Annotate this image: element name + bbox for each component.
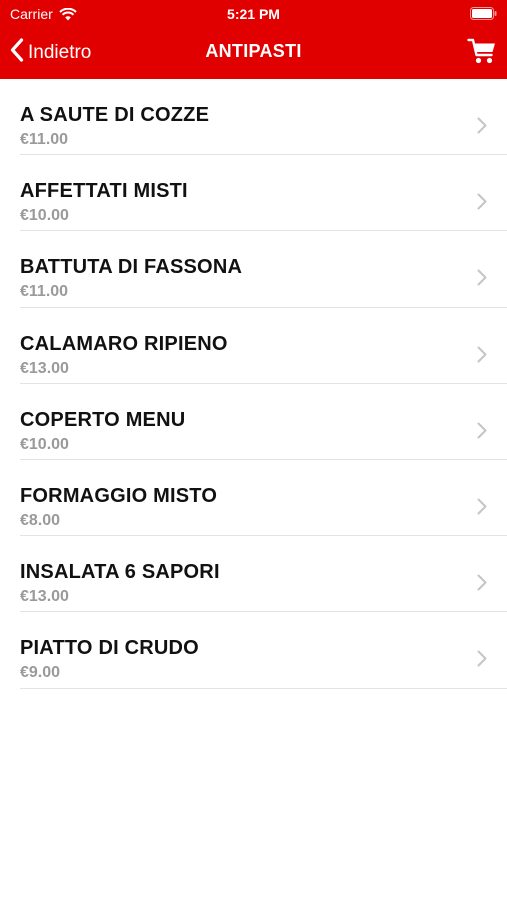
item-name: COPERTO MENU xyxy=(20,408,186,431)
cart-button[interactable] xyxy=(467,36,497,71)
item-price: €13.00 xyxy=(20,359,69,377)
list-item[interactable]: A SAUTE DI COZZE €11.00 xyxy=(20,79,507,156)
item-name: AFFETTATI MISTI xyxy=(20,180,188,203)
item-price: €9.00 xyxy=(20,664,61,682)
chevron-right-icon xyxy=(477,574,487,596)
item-name: A SAUTE DI COZZE xyxy=(20,104,210,126)
chevron-right-icon xyxy=(477,193,487,215)
cart-icon xyxy=(467,38,497,70)
navigation-bar: Indietro ANTIPASTI xyxy=(0,28,507,79)
list-item[interactable]: BATTUTA DI FASSONA €11.00 xyxy=(20,231,507,308)
list-item[interactable]: FORMAGGIO MISTO €8.00 xyxy=(20,460,507,537)
status-bar: Carrier 5:21 PM xyxy=(0,0,507,28)
chevron-right-icon xyxy=(477,422,487,444)
item-name: FORMAGGIO MISTO xyxy=(20,484,218,507)
battery-icon xyxy=(470,7,497,23)
list-item[interactable]: COPERTO MENU €10.00 xyxy=(20,384,507,460)
item-price: €13.00 xyxy=(20,588,69,606)
page-title: ANTIPASTI xyxy=(205,41,302,61)
item-name: INSALATA 6 SAPORI xyxy=(20,561,220,584)
item-name: PIATTO DI CRUDO xyxy=(20,637,199,660)
product-list: A SAUTE DI COZZE €11.00 AFFETTATI MISTI … xyxy=(0,79,507,689)
list-item[interactable]: INSALATA 6 SAPORI €13.00 xyxy=(20,536,507,613)
item-price: €8.00 xyxy=(20,511,61,529)
item-name: CALAMARO RIPIENO xyxy=(20,332,228,355)
chevron-right-icon xyxy=(477,117,487,139)
item-price: €10.00 xyxy=(20,435,69,453)
chevron-right-icon xyxy=(477,498,487,520)
chevron-right-icon xyxy=(477,346,487,368)
item-name: BATTUTA DI FASSONA xyxy=(20,256,243,279)
chevron-right-icon xyxy=(477,650,487,672)
list-item[interactable]: CALAMARO RIPIENO €13.00 xyxy=(20,308,507,384)
chevron-right-icon xyxy=(477,269,487,291)
item-price: €10.00 xyxy=(20,207,69,225)
list-item[interactable]: PIATTO DI CRUDO €9.00 xyxy=(20,612,507,689)
item-price: €11.00 xyxy=(20,131,69,148)
top-bar: Carrier 5:21 PM Indietro ANTIPASTI xyxy=(0,0,507,79)
status-time: 5:21 PM xyxy=(227,6,280,22)
list-item[interactable]: AFFETTATI MISTI €10.00 xyxy=(20,155,507,232)
item-price: €11.00 xyxy=(20,283,69,301)
